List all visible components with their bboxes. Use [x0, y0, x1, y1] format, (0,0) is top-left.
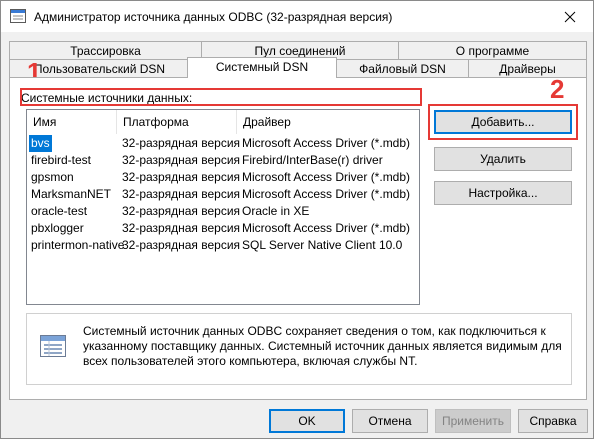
help-button[interactable]: Справка [518, 409, 588, 433]
dsn-name: bvs [29, 135, 52, 152]
dsn-name: printermon-native [31, 238, 125, 252]
dsn-platform: 32-разрядная версия [122, 136, 241, 150]
dsn-name: gpsmon [31, 170, 74, 184]
list-header: Имя Платформа Драйвер [27, 110, 419, 134]
configure-button[interactable]: Настройка... [434, 181, 572, 205]
data-source-icon [39, 332, 67, 360]
annotation-marker-2: 2 [550, 74, 565, 104]
table-row[interactable]: oracle-test 32-разрядная версия Oracle i… [27, 203, 419, 220]
column-header-name[interactable]: Имя [27, 110, 117, 134]
system-dsn-page: Системные источники данных: Имя Платформ… [9, 74, 587, 400]
dsn-driver: Microsoft Access Driver (*.mdb) [242, 170, 411, 184]
tab-system-dsn[interactable]: Системный DSN [187, 57, 337, 78]
annotation-box-1 [20, 88, 422, 106]
dsn-driver: Microsoft Access Driver (*.mdb) [242, 221, 411, 235]
odbc-admin-window: Администратор источника данных ODBC (32-… [0, 0, 594, 439]
system-dsn-list[interactable]: Имя Платформа Драйвер bvs 32-разрядная в… [26, 109, 420, 305]
info-panel: Системный источник данных ODBC сохраняет… [26, 313, 572, 385]
table-row[interactable]: printermon-native 32-разрядная версия SQ… [27, 237, 419, 254]
dsn-name: MarksmanNET [31, 187, 112, 201]
dsn-platform: 32-разрядная версия [122, 170, 241, 184]
info-text: Системный источник данных ODBC сохраняет… [83, 324, 562, 368]
ok-button[interactable]: OK [269, 409, 345, 433]
dsn-platform: 32-разрядная версия [122, 187, 241, 201]
table-row[interactable]: gpsmon 32-разрядная версия Microsoft Acc… [27, 169, 419, 186]
table-row[interactable]: bvs 32-разрядная версия Microsoft Access… [27, 135, 419, 152]
close-icon [564, 11, 576, 22]
tab-file-dsn[interactable]: Файловый DSN [336, 59, 469, 78]
apply-button[interactable]: Применить [435, 409, 511, 433]
dsn-platform: 32-разрядная версия [122, 204, 241, 218]
dsn-driver: Firebird/InterBase(r) driver [242, 153, 383, 167]
dsn-name: firebird-test [31, 153, 92, 167]
dsn-name: pbxlogger [31, 221, 84, 235]
dsn-driver: Microsoft Access Driver (*.mdb) [242, 136, 411, 150]
odbc-app-icon [10, 9, 26, 23]
dsn-driver: Oracle in XE [242, 204, 310, 218]
cancel-button[interactable]: Отмена [352, 409, 428, 433]
remove-button[interactable]: Удалить [434, 147, 572, 171]
dsn-driver: SQL Server Native Client 10.0 [242, 238, 403, 252]
table-row[interactable]: pbxlogger 32-разрядная версия Microsoft … [27, 220, 419, 237]
dsn-platform: 32-разрядная версия [122, 238, 241, 252]
dsn-platform: 32-разрядная версия [122, 153, 241, 167]
table-row[interactable]: MarksmanNET 32-разрядная версия Microsof… [27, 186, 419, 203]
column-header-platform[interactable]: Платформа [117, 110, 237, 134]
window-title: Администратор источника данных ODBC (32-… [34, 10, 393, 24]
close-button[interactable] [547, 1, 593, 32]
add-button[interactable]: Добавить... [434, 110, 572, 134]
list-rows: bvs 32-разрядная версия Microsoft Access… [27, 135, 419, 254]
tab-drivers[interactable]: Драйверы [468, 59, 587, 78]
tab-about[interactable]: О программе [398, 41, 587, 60]
dsn-platform: 32-разрядная версия [122, 221, 241, 235]
table-row[interactable]: firebird-test 32-разрядная версия Firebi… [27, 152, 419, 169]
dsn-name: oracle-test [31, 204, 88, 218]
title-bar: Администратор источника данных ODBC (32-… [1, 1, 593, 32]
column-header-driver[interactable]: Драйвер [237, 110, 419, 134]
dsn-driver: Microsoft Access Driver (*.mdb) [242, 187, 411, 201]
